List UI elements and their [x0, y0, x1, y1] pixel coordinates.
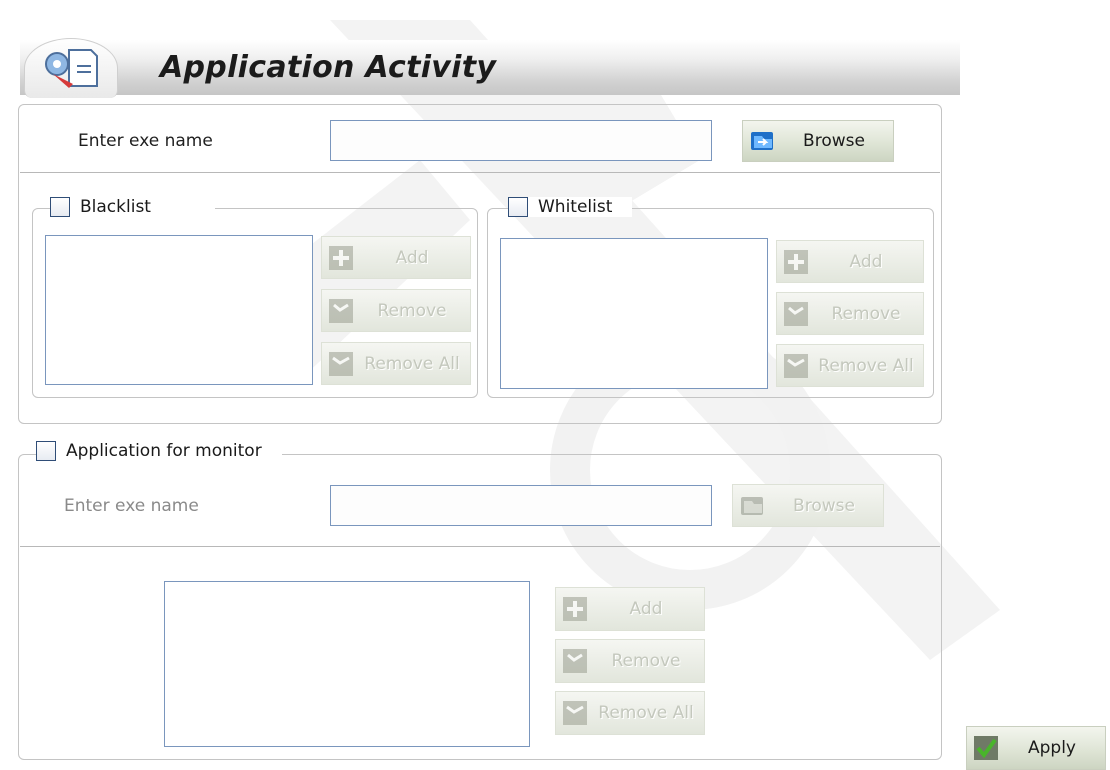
monitor-exe-name-label: Enter exe name	[64, 496, 199, 516]
open-folder-icon	[751, 132, 773, 150]
blacklist-add-button[interactable]: Add	[321, 236, 471, 279]
monitor-remove-all-button[interactable]: Remove All	[555, 691, 705, 735]
browse-button-label: Browse	[803, 131, 865, 151]
browse-button[interactable]: Browse	[742, 120, 894, 162]
monitor-separator	[20, 546, 940, 547]
blacklist-add-label: Add	[395, 247, 429, 268]
monitor-exe-name-input[interactable]	[330, 485, 712, 526]
monitor-checkbox[interactable]	[36, 441, 56, 461]
checkmark-icon	[974, 736, 998, 760]
whitelist-checkbox[interactable]	[508, 197, 528, 217]
remove-icon	[329, 298, 353, 323]
open-folder-icon	[741, 496, 763, 515]
page-title: Application Activity	[160, 50, 497, 85]
whitelist-add-button[interactable]: Add	[776, 240, 924, 283]
monitor-add-label: Add	[629, 599, 663, 619]
blacklist-remove-all-button[interactable]: Remove All	[321, 342, 471, 385]
remove-all-icon	[563, 701, 587, 725]
plus-icon	[784, 249, 808, 274]
monitor-listbox[interactable]	[164, 581, 530, 747]
monitor-add-button[interactable]: Add	[555, 587, 705, 631]
plus-icon	[329, 245, 353, 270]
monitor-remove-button[interactable]: Remove	[555, 639, 705, 683]
whitelist-legend: Whitelist	[508, 197, 633, 217]
blacklist-listbox[interactable]	[45, 235, 313, 385]
apply-button-label: Apply	[1028, 738, 1076, 758]
whitelist-remove-button[interactable]: Remove	[776, 292, 924, 335]
whitelist-remove-label: Remove	[831, 303, 901, 324]
header-logo-tab	[24, 38, 118, 98]
blacklist-remove-button[interactable]: Remove	[321, 289, 471, 332]
remove-all-icon	[329, 351, 353, 376]
apply-button[interactable]: Apply	[966, 726, 1106, 770]
blacklist-checkbox[interactable]	[50, 197, 70, 217]
remove-icon	[563, 649, 587, 673]
whitelist-add-label: Add	[849, 251, 883, 272]
monitor-legend: Application for monitor	[36, 441, 282, 461]
blacklist-label: Blacklist	[80, 197, 151, 217]
whitelist-label: Whitelist	[538, 197, 613, 217]
monitor-remove-label: Remove	[611, 651, 681, 671]
top-separator	[20, 172, 940, 173]
monitor-label: Application for monitor	[66, 441, 262, 461]
whitelist-remove-all-label: Remove All	[818, 355, 914, 376]
settings-document-icon	[45, 49, 98, 88]
monitor-browse-button[interactable]: Browse	[732, 484, 884, 527]
exe-name-input[interactable]	[330, 120, 712, 161]
monitor-remove-all-label: Remove All	[598, 703, 694, 723]
whitelist-listbox[interactable]	[500, 238, 768, 389]
monitor-browse-label: Browse	[793, 495, 855, 516]
blacklist-legend: Blacklist	[50, 197, 215, 217]
blacklist-remove-label: Remove	[377, 300, 447, 321]
whitelist-remove-all-button[interactable]: Remove All	[776, 344, 924, 387]
plus-icon	[563, 597, 587, 621]
remove-all-icon	[784, 353, 808, 378]
blacklist-remove-all-label: Remove All	[364, 353, 460, 374]
remove-icon	[784, 301, 808, 326]
exe-name-label: Enter exe name	[78, 131, 213, 151]
